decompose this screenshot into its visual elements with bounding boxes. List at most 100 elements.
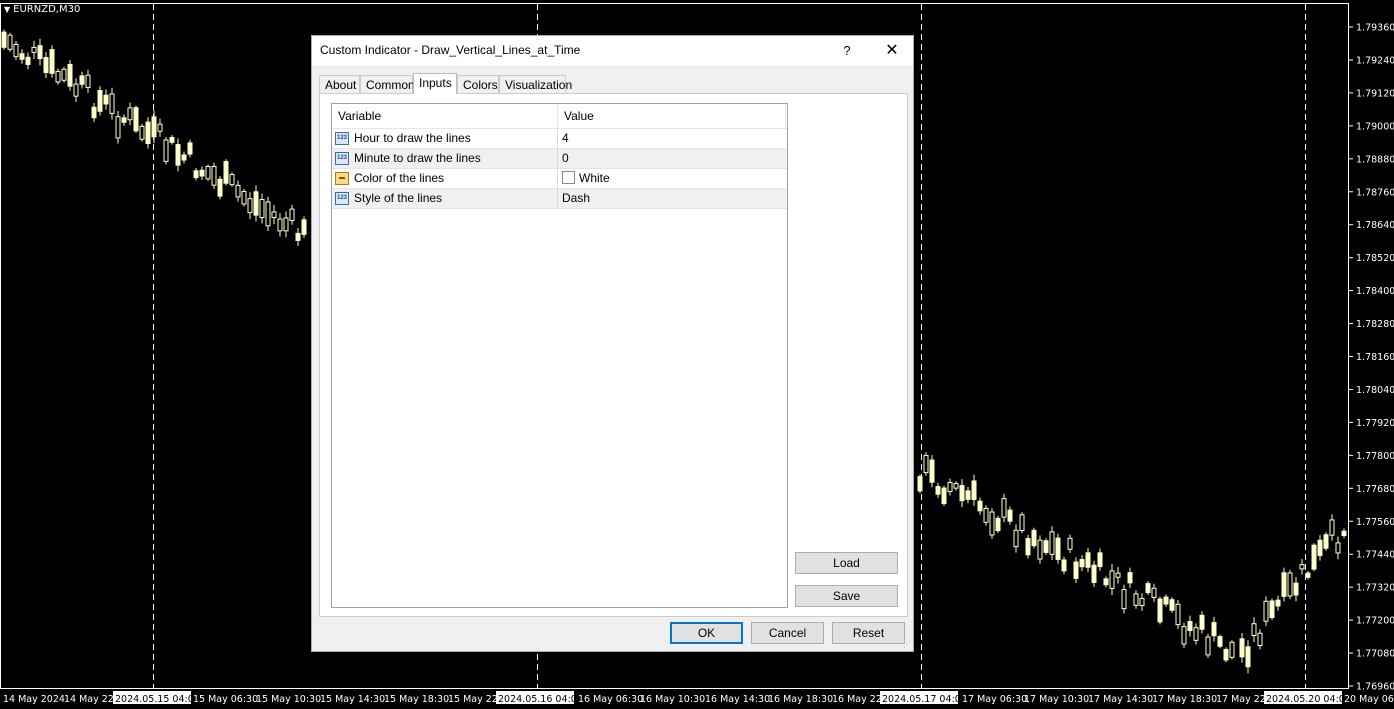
tab-visualization[interactable]: Visualization [499,75,572,93]
price-label: 1.79000 [1356,121,1394,132]
candle-body [1037,539,1043,560]
candle-body [211,165,217,186]
tab-about[interactable]: About [319,75,360,93]
price-label: 1.79360 [1356,23,1394,34]
price-label: 1.78040 [1356,385,1394,396]
candle-body [941,487,947,504]
column-header-variable[interactable]: Variable [332,104,558,128]
inputs-grid[interactable]: Variable Value 123 Hour to draw the lines… [331,103,788,608]
candle-body [229,174,235,186]
candle-body [1055,537,1061,560]
time-label: 20 May 06: [1344,694,1394,705]
price-label: 1.77200 [1356,616,1394,627]
candle-body [103,94,109,105]
candle-body [1281,572,1287,597]
candle-body [1127,572,1133,584]
tab-common[interactable]: Common [360,75,415,93]
candle-body [953,483,959,489]
candle-body [91,106,97,119]
table-row[interactable]: 123 Minute to draw the lines 0 [332,149,787,169]
candle-body [85,74,91,88]
ok-button[interactable]: OK [670,622,743,644]
candle-body [67,63,73,87]
reset-button[interactable]: Reset [832,622,905,644]
time-label: 2024.05.17 04:00 [882,694,967,705]
candle-body [1329,519,1335,536]
help-button[interactable]: ? [838,40,856,62]
close-button[interactable]: ✕ [877,40,907,62]
candle-body [1211,622,1217,637]
candle-body [1317,539,1323,557]
value-cell[interactable]: White [562,169,786,188]
candle-body [1229,641,1235,658]
time-label: 15 May 10:30 [256,694,321,705]
candle-body [923,454,929,474]
table-row[interactable]: 123 Hour to draw the lines 4 [332,129,787,149]
resize-grip-icon[interactable]: ⋰ [903,641,911,649]
value-cell[interactable]: 4 [562,129,786,148]
load-button[interactable]: Load [795,552,898,574]
candle-body [31,46,37,53]
candle-body [983,507,989,523]
candle-body [1079,559,1085,568]
table-row[interactable]: 123 Style of the lines Dash [332,189,787,209]
candle-body [49,49,55,74]
candle-body [1085,552,1091,568]
candle-body [977,500,983,512]
candle-body [19,53,25,60]
candle-body [193,170,199,179]
price-label: 1.77800 [1356,451,1394,462]
cancel-button[interactable]: Cancel [751,622,824,644]
candle-body [217,178,223,197]
candle-body [1199,614,1205,630]
number-icon: 123 [335,192,349,205]
candle-body [1109,570,1115,589]
candle-body [1061,559,1067,572]
price-label: 1.78520 [1356,253,1394,264]
candle-body [241,190,247,205]
variable-cell: ▬ Color of the lines [332,169,558,188]
candle-body [971,480,977,501]
candle-body [37,45,43,60]
value-cell[interactable]: Dash [562,189,786,208]
candle-body [1335,542,1341,554]
time-label: 2024.05.15 04:00 [115,694,200,705]
candle-body [43,57,49,74]
save-button[interactable]: Save [795,585,898,607]
candle-body [1091,564,1097,583]
candle-body [181,154,187,161]
time-label: 16 May 06:30 [578,694,643,705]
candle-body [1007,509,1013,522]
candle-body [947,481,953,493]
dropdown-triangle-icon[interactable]: ▼ [4,5,10,14]
candle-body [1323,534,1329,549]
candle-body [1139,598,1145,606]
candle-body [1049,531,1055,555]
time-label: 16 May 18:30 [768,694,833,705]
dialog-titlebar[interactable]: Custom Indicator - Draw_Vertical_Lines_a… [312,36,913,66]
tab-colors[interactable]: Colors [457,75,499,93]
candle-body [1073,561,1079,579]
candle-body [1239,638,1245,658]
candle-body [1257,632,1263,646]
candle-body [145,121,151,145]
color-icon: ▬ [335,172,349,185]
column-header-value[interactable]: Value [558,104,786,128]
candle-body [1175,603,1181,626]
candle-body [1067,537,1073,550]
tab-inputs[interactable]: Inputs [413,73,457,94]
candle-body [1133,593,1139,606]
value-cell[interactable]: 0 [562,149,786,168]
variable-cell: 123 Hour to draw the lines [332,129,558,148]
candle-body [1275,599,1281,607]
price-label: 1.77080 [1356,649,1394,660]
candle-body [139,125,145,140]
grid-header: Variable Value [332,104,787,129]
candle-body [235,184,241,198]
time-label: 17 May 18:30 [1152,694,1217,705]
number-icon: 123 [335,152,349,165]
candle-body [61,68,67,81]
table-row[interactable]: ▬ Color of the lines White [332,169,787,189]
candle-body [295,232,301,241]
variable-cell: 123 Minute to draw the lines [332,149,558,168]
